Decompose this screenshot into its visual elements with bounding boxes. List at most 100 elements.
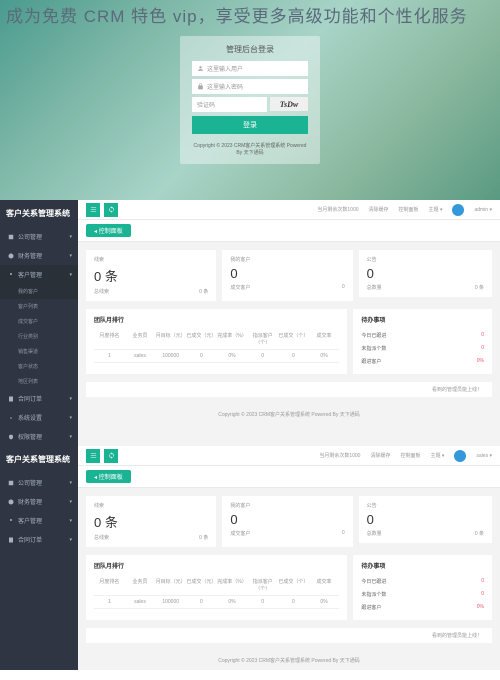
theme-link[interactable]: 主题 ▾ — [430, 452, 444, 459]
chevron-down-icon: ▾ — [69, 272, 72, 278]
chevron-down-icon: ▾ — [69, 480, 72, 486]
subnav-my-customer[interactable]: 我的客户 — [0, 284, 78, 299]
captcha-input[interactable]: 验证码 — [192, 97, 267, 112]
stat-my-customer: 我的客户 0 成交客户0 — [222, 250, 352, 301]
gear-icon — [8, 415, 14, 421]
login-title: 管理后台登录 — [192, 44, 308, 55]
captcha-image[interactable]: TsDw — [270, 97, 308, 111]
table-row: 1sales10000000%000% — [94, 596, 339, 609]
money-icon — [8, 253, 14, 259]
building-icon — [8, 480, 14, 486]
app-title: 客户关系管理系统 — [0, 200, 78, 227]
login-button[interactable]: 登录 — [192, 116, 308, 134]
dashboard-sales: 客户关系管理系统 公司管理▾ 财务管理▾ 客户管理▾ 合同订单▾ 当月剩余次数1… — [0, 446, 500, 670]
dashboard-admin: 客户关系管理系统 公司管理▾ 财务管理▾ 客户管理▾ 我的客户 客户列表 成交客… — [0, 200, 500, 446]
chevron-down-icon: ▾ — [69, 537, 72, 543]
table-header: 月度排名业务员月目标（元）已成交（元）完成率（%）指派客户（个）已成交（个）成交… — [94, 329, 339, 350]
refresh-icon — [108, 206, 115, 213]
refresh-button[interactable] — [104, 203, 118, 217]
avatar[interactable] — [454, 450, 466, 462]
subnav-customer-list[interactable]: 客户列表 — [0, 299, 78, 314]
clear-cache-link[interactable]: 清除缓存 — [370, 452, 390, 459]
nav-company[interactable]: 公司管理▾ — [0, 473, 78, 492]
chevron-down-icon: ▾ — [69, 234, 72, 240]
username-input[interactable]: 这里输入用户 — [192, 61, 308, 76]
menu-toggle[interactable] — [86, 449, 100, 463]
users-icon — [8, 518, 14, 524]
bars-icon — [90, 206, 97, 213]
bars-icon — [90, 452, 97, 459]
subnav-deal-customer[interactable]: 成交客户 — [0, 314, 78, 329]
sidebar: 客户关系管理系统 公司管理▾ 财务管理▾ 客户管理▾ 合同订单▾ — [0, 446, 78, 670]
password-input[interactable]: 这里输入密码 — [192, 79, 308, 94]
tab-console[interactable]: ◂ 控制面板 — [86, 470, 131, 483]
money-icon — [8, 499, 14, 505]
users-icon — [8, 272, 14, 278]
nav-system[interactable]: 系统设置▾ — [0, 408, 78, 427]
tab-bar: ◂ 控制面板 — [78, 220, 500, 242]
table-row: 1sales10000000%000% — [94, 350, 339, 363]
subnav-status[interactable]: 客户状态 — [0, 359, 78, 374]
stat-announce: 公告 0 总数量0 条 — [359, 250, 492, 297]
dashboard-footer: Copyright © 2023 CRM客户关系管理系统 Powered By … — [78, 405, 500, 424]
remaining-count: 当月剩余次数1000 — [319, 452, 360, 459]
user-icon — [197, 65, 204, 72]
chevron-down-icon: ▾ — [69, 499, 72, 505]
file-icon — [8, 537, 14, 543]
nav-customer[interactable]: 客户管理▾ — [0, 265, 78, 284]
clear-cache-link[interactable]: 清除缓存 — [369, 206, 389, 213]
nav-finance[interactable]: 财务管理▾ — [0, 492, 78, 511]
stat-announce: 公告 0 总数量0 条 — [359, 496, 492, 543]
refresh-icon — [108, 452, 115, 459]
subnav-channel[interactable]: 销售渠道 — [0, 344, 78, 359]
performance-table: 月度排名业务员月目标（元）已成交（元）完成率（%）指派客户（个）已成交（个）成交… — [94, 329, 339, 363]
task-card: 待办事项 今日已跟进0 未指派个数0 跟进客户0% — [353, 309, 492, 374]
file-icon — [8, 396, 14, 402]
main-content: 当月剩余次数1000 清除缓存 控制面板 主题 ▾ sales ▾ ◂ 控制面板… — [78, 446, 500, 670]
remaining-count: 当月剩余次数1000 — [317, 206, 358, 213]
performance-card: 团队月排行 月度排名业务员月目标（元）已成交（元）完成率（%）指派客户（个）已成… — [86, 555, 347, 620]
stat-clue: 线索 0 条 总线索0 条 — [86, 250, 216, 301]
app-title: 客户关系管理系统 — [0, 446, 78, 473]
chevron-down-icon: ▾ — [69, 434, 72, 440]
topbar: 当月剩余次数1000 清除缓存 控制面板 主题 ▾ admin ▾ — [78, 200, 500, 220]
menu-toggle[interactable] — [86, 203, 100, 217]
building-icon — [8, 234, 14, 240]
chevron-down-icon: ▾ — [69, 415, 72, 421]
nav-permission[interactable]: 权限管理▾ — [0, 427, 78, 446]
chevron-down-icon: ▾ — [69, 253, 72, 259]
username-label[interactable]: admin ▾ — [474, 207, 492, 213]
system-note: 看到的管理员能上线！ — [86, 628, 492, 643]
chevron-down-icon: ▾ — [69, 396, 72, 402]
tab-bar: ◂ 控制面板 — [78, 466, 500, 488]
console-link[interactable]: 控制面板 — [400, 452, 420, 459]
performance-table: 月度排名业务员月目标（元）已成交（元）完成率（%）指派客户（个）已成交（个）成交… — [94, 575, 339, 609]
username-label[interactable]: sales ▾ — [476, 453, 492, 459]
login-form: 管理后台登录 这里输入用户 这里输入密码 验证码 TsDw 登录 Copyrig… — [180, 36, 320, 164]
tab-console[interactable]: ◂ 控制面板 — [86, 224, 131, 237]
nav-contract[interactable]: 合同订单▾ — [0, 389, 78, 408]
shield-icon — [8, 434, 14, 440]
chevron-down-icon: ▾ — [69, 518, 72, 524]
subnav-industry[interactable]: 行业类别 — [0, 329, 78, 344]
lock-icon — [197, 83, 204, 90]
system-note: 看到的管理员能上线！ — [86, 382, 492, 397]
dashboard-footer: Copyright © 2023 CRM客户关系管理系统 Powered By … — [78, 651, 500, 670]
subnav-region[interactable]: 地区列表 — [0, 374, 78, 389]
task-card: 待办事项 今日已跟进0 未指派个数0 跟进客户0% — [353, 555, 492, 620]
nav-finance[interactable]: 财务管理▾ — [0, 246, 78, 265]
refresh-button[interactable] — [104, 449, 118, 463]
stat-my-customer: 我的客户 0 成交客户0 — [222, 496, 352, 547]
performance-card: 团队月排行 月度排名业务员月目标（元）已成交（元）完成率（%）指派客户（个）已成… — [86, 309, 347, 374]
avatar[interactable] — [452, 204, 464, 216]
console-link[interactable]: 控制面板 — [399, 206, 419, 213]
topbar: 当月剩余次数1000 清除缓存 控制面板 主题 ▾ sales ▾ — [78, 446, 500, 466]
nav-customer[interactable]: 客户管理▾ — [0, 511, 78, 530]
nav-contract[interactable]: 合同订单▾ — [0, 530, 78, 549]
stat-clue: 线索 0 条 总线索0 条 — [86, 496, 216, 547]
table-header: 月度排名业务员月目标（元）已成交（元）完成率（%）指派客户（个）已成交（个）成交… — [94, 575, 339, 596]
nav-company[interactable]: 公司管理▾ — [0, 227, 78, 246]
main-content: 当月剩余次数1000 清除缓存 控制面板 主题 ▾ admin ▾ ◂ 控制面板… — [78, 200, 500, 446]
login-hero: 管理后台登录 这里输入用户 这里输入密码 验证码 TsDw 登录 Copyrig… — [0, 0, 500, 200]
theme-link[interactable]: 主题 ▾ — [429, 206, 443, 213]
